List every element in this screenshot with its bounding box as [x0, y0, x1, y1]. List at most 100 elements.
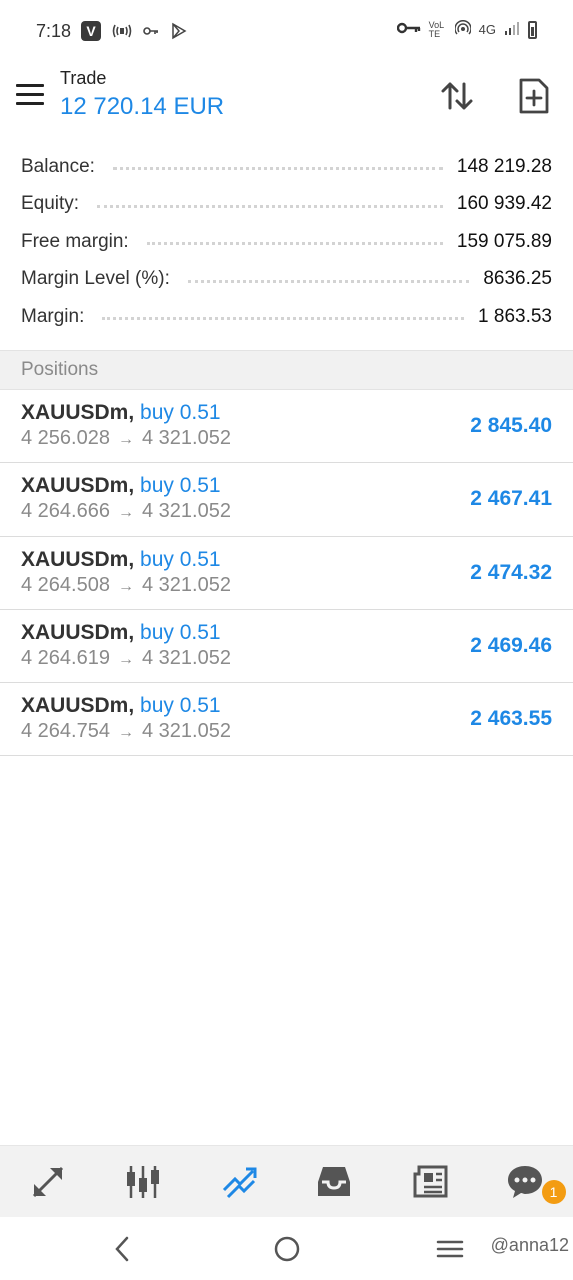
quotes-icon	[32, 1166, 63, 1197]
summary-row-margin-level: Margin Level (%): 8636.25	[0, 261, 573, 299]
key-icon	[143, 20, 159, 42]
position-side: buy 0.51	[140, 401, 221, 424]
nav-back-button[interactable]	[100, 1231, 144, 1267]
play-icon	[169, 20, 187, 42]
position-profit: 2 845.40	[470, 414, 552, 437]
battery-icon	[528, 20, 537, 39]
open-price: 4 264.508	[21, 573, 110, 596]
tab-trade[interactable]	[191, 1146, 287, 1217]
positions-section-header: Positions	[0, 350, 573, 390]
summary-value: 8636.25	[483, 268, 552, 290]
position-profit: 2 469.46	[470, 633, 552, 657]
position-prices: 4 264.619 → 4 321.052	[21, 647, 231, 670]
summary-row-balance: Balance: 148 219.28	[0, 148, 573, 186]
volte-label: VoLTE	[428, 19, 445, 39]
summary-label: Margin Level (%):	[21, 268, 170, 290]
nfc-signal-icon	[111, 20, 133, 42]
position-row[interactable]: XAUUSDm, buy 0.51 4 264.619 → 4 321.052 2 …	[0, 610, 573, 684]
summary-label: Equity:	[21, 193, 80, 215]
summary-row-free-margin: Free margin: 159 075.89	[0, 223, 573, 261]
arrow-right-icon: →	[117, 431, 134, 448]
arrow-right-icon: →	[117, 650, 134, 668]
back-icon	[115, 1236, 129, 1262]
summary-label: Balance:	[21, 155, 95, 177]
hotspot-icon	[453, 19, 472, 39]
app-header: Trade 12 720.14 EUR	[0, 62, 573, 142]
summary-label: Free margin:	[21, 230, 129, 252]
new-order-button[interactable]	[514, 76, 554, 116]
tab-messages[interactable]: 1	[478, 1146, 573, 1217]
open-price: 4 264.754	[21, 720, 110, 743]
tab-history[interactable]	[287, 1146, 383, 1217]
messages-badge: 1	[541, 1180, 566, 1204]
positions-title: Positions	[21, 359, 99, 380]
nav-home-button[interactable]	[265, 1231, 309, 1267]
summary-label: Margin:	[21, 305, 85, 327]
title-block: Trade 12 720.14 EUR	[60, 68, 224, 121]
position-profit: 2 467.41	[470, 487, 552, 511]
current-price: 4 321.052	[141, 500, 231, 523]
position-symbol: XAUUSDm	[21, 474, 129, 498]
summary-row-margin: Margin: 1 863.53	[0, 298, 573, 336]
account-summary: Balance: 148 219.28 Equity: 160 939.42 F…	[0, 148, 573, 336]
dotted-leader	[112, 167, 443, 171]
position-row[interactable]: XAUUSDm, buy 0.51 4 264.508 → 4 321.052 2 …	[0, 537, 573, 610]
current-price: 4 321.052	[141, 573, 231, 596]
arrow-right-icon: →	[117, 724, 134, 742]
position-profit: 2 463.55	[470, 707, 552, 731]
current-price: 4 321.052	[141, 646, 231, 669]
profit-total: 12 720.14 EUR	[60, 93, 225, 120]
position-line1: XAUUSDm, buy 0.51	[21, 694, 221, 718]
position-symbol: XAUUSDm	[21, 620, 129, 644]
position-row[interactable]: XAUUSDm, buy 0.51 4 264.666 → 4 321.052 2 …	[0, 463, 573, 537]
position-side: buy 0.51	[140, 694, 221, 718]
dotted-leader	[97, 204, 443, 208]
sort-button[interactable]	[437, 76, 477, 116]
news-icon	[413, 1165, 448, 1197]
signal-icon	[504, 20, 520, 39]
status-left: 7:18 V	[36, 20, 187, 42]
watermark: @anna12	[490, 1235, 569, 1255]
positions-list: XAUUSDm, buy 0.51 4 256.028 → 4 321.052 2 …	[0, 390, 573, 757]
recents-icon	[436, 1240, 464, 1258]
trade-icon	[222, 1167, 257, 1198]
nav-recents-button[interactable]	[428, 1231, 472, 1267]
position-symbol: XAUUSDm	[21, 401, 129, 424]
sort-arrows-icon	[441, 82, 473, 110]
vpn-key-icon	[396, 22, 421, 37]
summary-value: 160 939.42	[456, 193, 552, 215]
open-price: 4 264.666	[21, 500, 110, 523]
dotted-leader	[187, 279, 470, 283]
messages-icon	[508, 1165, 543, 1198]
v-app-icon: V	[81, 21, 102, 41]
position-symbol: XAUUSDm	[21, 694, 129, 718]
network-type: 4G	[478, 22, 496, 37]
tab-news[interactable]	[382, 1146, 478, 1217]
position-row[interactable]: XAUUSDm, buy 0.51 4 264.754 → 4 321.052 2 …	[0, 683, 573, 757]
position-side: buy 0.51	[140, 620, 221, 644]
menu-button[interactable]	[16, 84, 44, 106]
history-icon	[318, 1166, 351, 1196]
arrow-right-icon: →	[117, 577, 134, 595]
position-symbol: XAUUSDm	[21, 547, 129, 571]
position-prices: 4 256.028 → 4 321.052	[21, 427, 231, 450]
tab-quotes[interactable]	[0, 1146, 96, 1217]
position-line1: XAUUSDm, buy 0.51	[21, 620, 221, 644]
position-row[interactable]: XAUUSDm, buy 0.51 4 256.028 → 4 321.052 2 …	[0, 390, 573, 464]
dotted-leader	[146, 242, 443, 246]
position-side: buy 0.51	[140, 474, 221, 498]
summary-row-equity: Equity: 160 939.42	[0, 186, 573, 224]
status-bar: 7:18 V VoLTE 4G	[0, 0, 573, 62]
page-title: Trade	[60, 68, 107, 88]
position-line1: XAUUSDm, buy 0.51	[21, 401, 221, 424]
arrow-right-icon: →	[117, 504, 134, 522]
chart-icon	[127, 1165, 160, 1198]
home-circle-icon	[274, 1236, 300, 1262]
tab-chart[interactable]	[96, 1146, 192, 1217]
position-line1: XAUUSDm, buy 0.51	[21, 547, 221, 571]
position-prices: 4 264.508 → 4 321.052	[21, 574, 231, 597]
status-right: VoLTE 4G	[396, 19, 537, 39]
position-line1: XAUUSDm, buy 0.51	[21, 474, 221, 498]
position-prices: 4 264.754 → 4 321.052	[21, 720, 231, 743]
open-price: 4 264.619	[21, 646, 110, 669]
